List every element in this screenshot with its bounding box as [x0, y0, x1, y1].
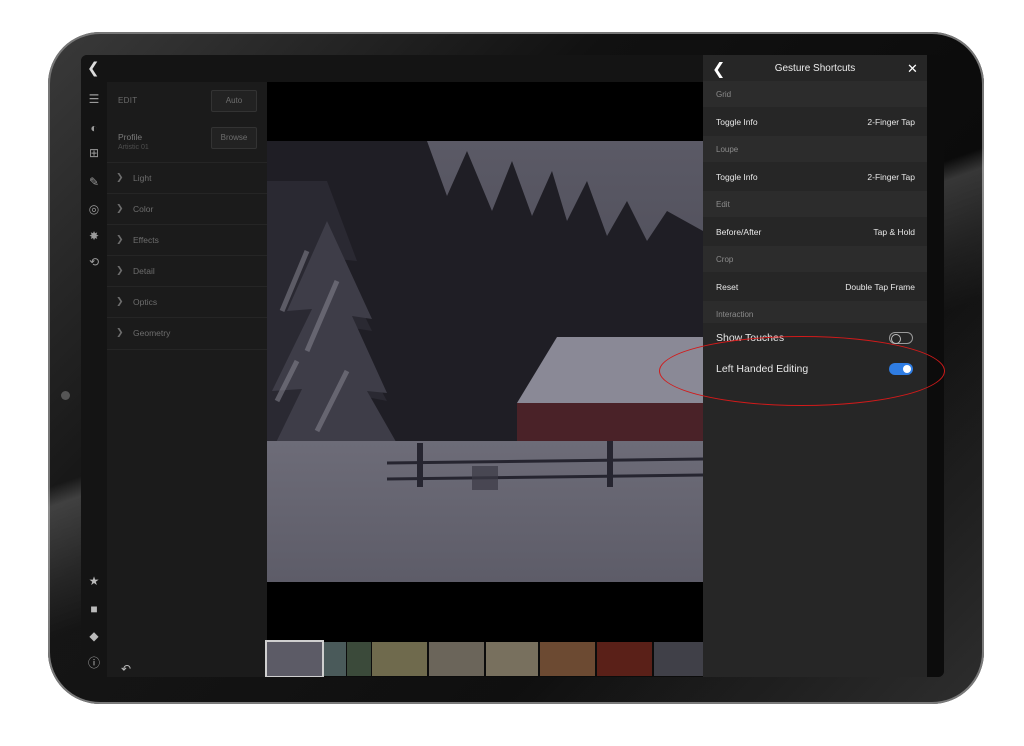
star-icon[interactable]: ★	[85, 572, 103, 590]
shortcut-row[interactable]: Toggle Info 2-Finger Tap	[703, 107, 927, 136]
edit-header: EDIT	[118, 96, 138, 105]
section-color[interactable]: ❯ Color	[107, 193, 267, 225]
group-header-label: Loupe	[716, 145, 739, 154]
comment-icon[interactable]: ■	[85, 600, 103, 618]
section-label: Light	[133, 173, 152, 183]
camera-dot	[61, 391, 70, 400]
chevron-right-icon: ❯	[116, 327, 124, 337]
shortcut-value: 2-Finger Tap	[867, 117, 915, 127]
shortcut-value: 2-Finger Tap	[867, 172, 915, 182]
winter-barn-photo	[267, 141, 703, 582]
group-header-grid: Grid	[703, 81, 927, 107]
toggle-knob	[891, 334, 901, 344]
section-light[interactable]: ❯ Light	[107, 162, 267, 194]
thumbnail[interactable]	[429, 642, 484, 676]
sliders-icon[interactable]: ☰	[85, 90, 103, 108]
section-label: Effects	[133, 235, 159, 245]
show-touches-toggle[interactable]	[889, 332, 913, 344]
shortcut-row[interactable]: Before/After Tap & Hold	[703, 217, 927, 246]
section-effects[interactable]: ❯ Effects	[107, 224, 267, 256]
group-header-label: Interaction	[716, 310, 754, 319]
crop-icon[interactable]: ⊞	[85, 144, 103, 162]
group-header-label: Edit	[716, 200, 730, 209]
thumbnail[interactable]	[540, 642, 595, 676]
photo[interactable]	[267, 141, 703, 582]
undo-icon[interactable]: ↶	[117, 660, 135, 677]
section-label: Optics	[133, 297, 158, 307]
auto-button[interactable]: Auto	[211, 90, 257, 112]
thumbnail[interactable]	[597, 642, 652, 676]
shortcut-row[interactable]: Toggle Info 2-Finger Tap	[703, 162, 927, 191]
section-label: Geometry	[133, 328, 171, 338]
shortcut-row[interactable]: Reset Double Tap Frame	[703, 272, 927, 301]
shortcut-value: Tap & Hold	[873, 227, 915, 237]
thumbnail[interactable]	[324, 642, 346, 676]
thumbnail[interactable]	[654, 642, 703, 676]
info-icon[interactable]: ⓘ	[85, 654, 103, 672]
panel-header: ❮ Gesture Shortcuts ✕	[703, 55, 927, 81]
profile-title: Profile	[118, 132, 143, 142]
thumbnail[interactable]	[372, 642, 427, 676]
section-optics[interactable]: ❯ Optics	[107, 286, 267, 318]
group-header-edit: Edit	[703, 191, 927, 217]
shortcut-label: Toggle Info	[716, 117, 758, 127]
tag-icon[interactable]: ◆	[85, 627, 103, 645]
back-chevron-icon[interactable]: ❮	[87, 59, 100, 77]
filmstrip[interactable]	[265, 640, 703, 677]
brush-icon[interactable]: ✎	[85, 173, 103, 191]
heal-icon[interactable]: ✸	[85, 227, 103, 245]
profiles-icon[interactable]: ◐	[85, 119, 103, 137]
panel-title: Gesture Shortcuts	[774, 63, 856, 74]
section-geometry[interactable]: ❯ Geometry	[107, 317, 267, 350]
history-icon[interactable]: ⟲	[85, 253, 103, 271]
thumbnail-selected[interactable]	[265, 640, 324, 677]
tool-strip: ☰ ◐ ⊞ ✎ ◎ ✸ ⟲ ★ ■ ◆ ⓘ	[81, 82, 107, 677]
chevron-right-icon: ❯	[116, 265, 124, 275]
shortcut-label: Reset	[716, 282, 739, 292]
highlight-ellipse	[659, 336, 945, 406]
profile-name: Artistic 01	[118, 144, 149, 151]
shortcut-label: Before/After	[716, 227, 762, 237]
close-icon[interactable]: ✕	[907, 61, 918, 77]
group-header-label: Crop	[716, 255, 734, 264]
shortcut-label: Toggle Info	[716, 172, 758, 182]
group-header-label: Grid	[716, 90, 732, 99]
group-header-loupe: Loupe	[703, 136, 927, 162]
thumbnail[interactable]	[347, 642, 371, 676]
section-label: Color	[133, 204, 154, 214]
chevron-right-icon: ❯	[116, 296, 124, 306]
group-header-crop: Crop	[703, 246, 927, 272]
thumbnail[interactable]	[486, 642, 538, 676]
edit-panel: EDIT Auto Profile Artistic 01 Browse ❯ L…	[107, 82, 267, 677]
chevron-right-icon: ❯	[116, 172, 124, 182]
browse-button[interactable]: Browse	[211, 127, 257, 149]
section-label: Detail	[133, 266, 155, 276]
radial-icon[interactable]: ◎	[85, 200, 103, 218]
section-detail[interactable]: ❯ Detail	[107, 255, 267, 287]
photo-canvas[interactable]	[267, 82, 703, 642]
chevron-right-icon: ❯	[116, 234, 124, 244]
shortcut-value: Double Tap Frame	[845, 282, 915, 292]
chevron-right-icon: ❯	[116, 203, 124, 213]
